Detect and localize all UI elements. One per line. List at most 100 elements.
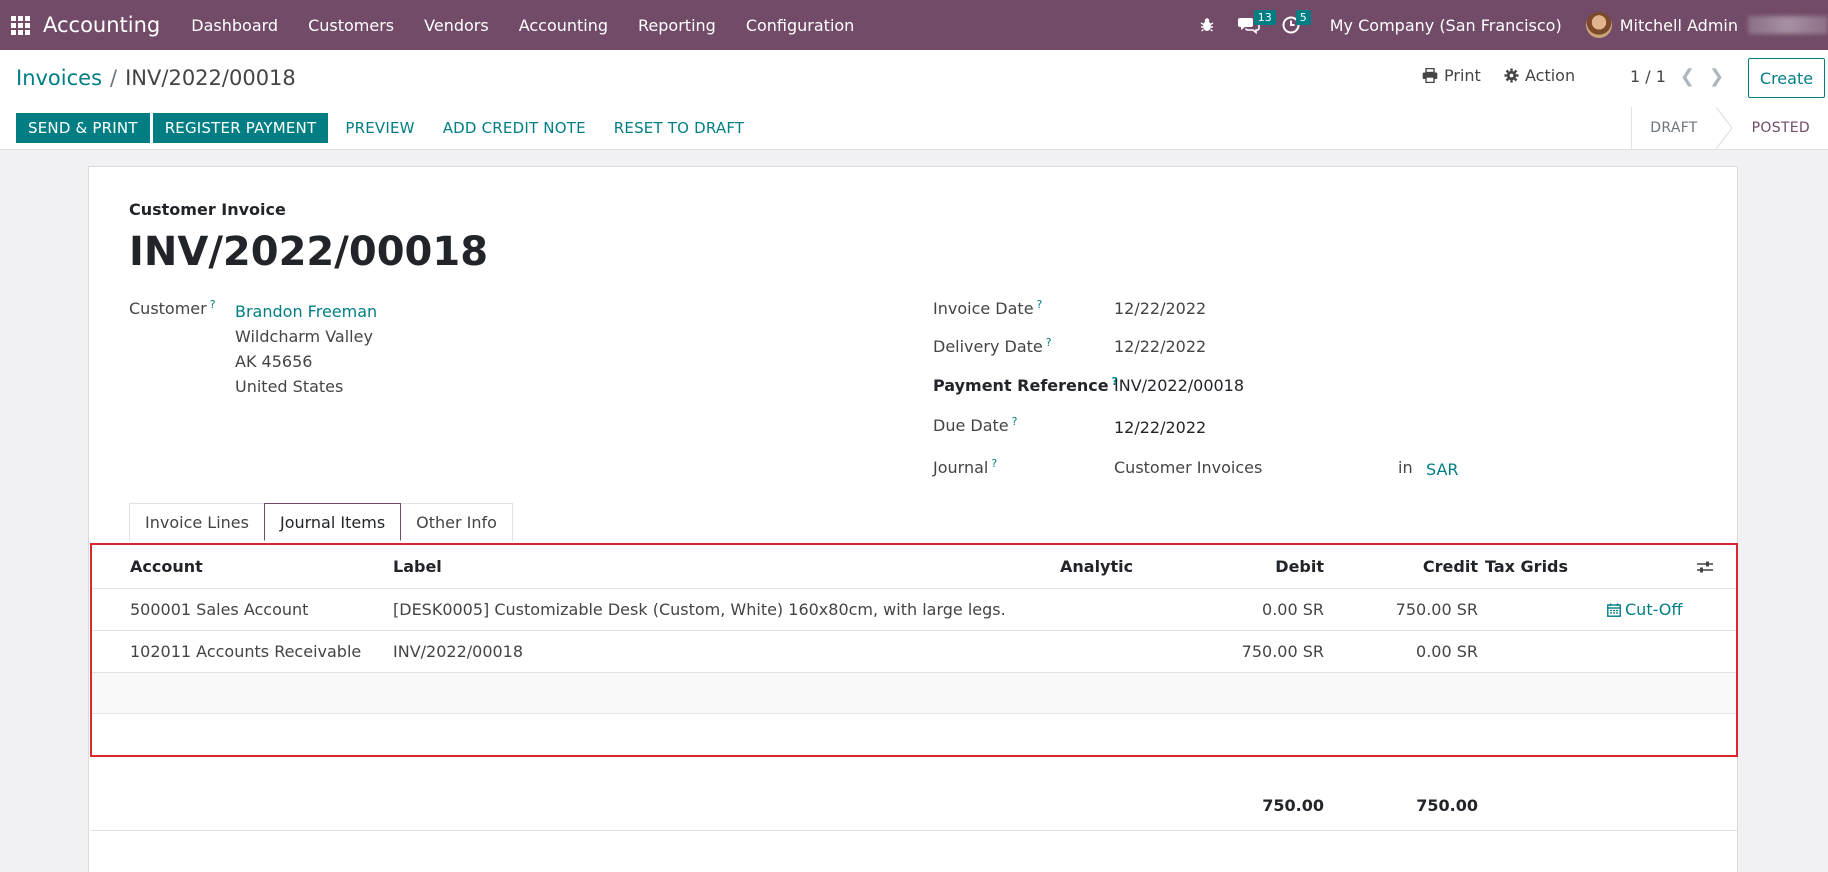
- status-draft[interactable]: DRAFT: [1632, 107, 1715, 149]
- column-label[interactable]: Label: [393, 557, 442, 576]
- activities-badge: 5: [1295, 10, 1311, 25]
- cut-off-button[interactable]: Cut-Off: [1607, 600, 1682, 619]
- table-row[interactable]: 102011 Accounts Receivable INV/2022/0001…: [92, 631, 1736, 673]
- print-label: Print: [1444, 66, 1481, 85]
- table-totals: 750.00 750.00: [90, 781, 1738, 831]
- pager: 1 / 1 ❮ ❯: [1630, 66, 1724, 87]
- user-menu[interactable]: Mitchell Admin: [1620, 16, 1738, 35]
- total-credit: 750.00: [1416, 796, 1478, 815]
- journal-in-label: in: [1398, 458, 1413, 477]
- empty-row: [92, 673, 1736, 714]
- customer-address: Brandon Freeman Wildcharm Valley AK 4565…: [235, 299, 377, 399]
- add-credit-note-button[interactable]: ADD CREDIT NOTE: [429, 113, 600, 143]
- due-date-label: Due Date?: [933, 415, 1018, 435]
- row-account: 500001 Sales Account: [130, 600, 309, 619]
- empty-row: [92, 714, 1736, 755]
- menu-configuration[interactable]: Configuration: [731, 0, 870, 50]
- top-navbar: Accounting Dashboard Customers Vendors A…: [0, 0, 1828, 50]
- print-button[interactable]: Print: [1422, 66, 1481, 85]
- column-credit[interactable]: Credit: [1423, 557, 1478, 576]
- column-debit[interactable]: Debit: [1275, 557, 1324, 576]
- menu-customers[interactable]: Customers: [293, 0, 409, 50]
- row-label: [DESK0005] Customizable Desk (Custom, Wh…: [393, 600, 1006, 619]
- optional-columns-icon[interactable]: [1697, 559, 1713, 578]
- control-panel: Invoices / INV/2022/00018 Print Action 1…: [0, 50, 1828, 150]
- register-payment-button[interactable]: REGISTER PAYMENT: [152, 113, 329, 143]
- print-icon: [1422, 68, 1438, 83]
- status-chevron-icon: [1715, 107, 1733, 149]
- tab-journal-items[interactable]: Journal Items: [263, 503, 402, 541]
- user-avatar[interactable]: [1585, 12, 1612, 38]
- customer-link[interactable]: Brandon Freeman: [235, 299, 377, 324]
- apps-menu-icon[interactable]: [0, 0, 40, 50]
- form-action-buttons: SEND & PRINT REGISTER PAYMENT PREVIEW AD…: [16, 113, 758, 143]
- menu-reporting[interactable]: Reporting: [623, 0, 731, 50]
- menu-accounting[interactable]: Accounting: [504, 0, 623, 50]
- messages-icon[interactable]: 13: [1228, 0, 1276, 50]
- customer-street: Wildcharm Valley: [235, 327, 373, 346]
- help-icon[interactable]: ?: [991, 457, 997, 470]
- action-label: Action: [1525, 66, 1576, 85]
- journal-label: Journal?: [933, 457, 998, 477]
- activities-clock-icon[interactable]: 5: [1270, 0, 1312, 50]
- total-debit: 750.00: [1262, 796, 1324, 815]
- debug-bug-icon[interactable]: [1186, 0, 1228, 50]
- breadcrumb-current: INV/2022/00018: [125, 66, 296, 90]
- invoice-date-value[interactable]: 12/22/2022: [1114, 299, 1206, 318]
- pager-previous-icon[interactable]: ❮: [1680, 66, 1695, 87]
- customer-city-zip: AK 45656: [235, 352, 313, 371]
- payment-reference-label: Payment Reference?: [933, 375, 1119, 395]
- help-icon[interactable]: ?: [1012, 415, 1018, 428]
- calendar-icon: [1607, 603, 1621, 617]
- status-bar: DRAFT POSTED: [1631, 107, 1828, 149]
- invoice-date-label: Invoice Date?: [933, 298, 1043, 318]
- due-date-value[interactable]: 12/22/2022: [1114, 418, 1206, 437]
- menu-vendors[interactable]: Vendors: [409, 0, 504, 50]
- tab-other-info[interactable]: Other Info: [400, 503, 513, 541]
- help-icon[interactable]: ?: [210, 298, 216, 311]
- reset-to-draft-button[interactable]: RESET TO DRAFT: [600, 113, 759, 143]
- status-posted[interactable]: POSTED: [1734, 107, 1828, 149]
- row-label: INV/2022/00018: [393, 642, 524, 661]
- delivery-date-value[interactable]: 12/22/2022: [1114, 337, 1206, 356]
- send-print-button[interactable]: SEND & PRINT: [16, 113, 150, 143]
- column-tax-grids[interactable]: Tax Grids: [1485, 557, 1568, 576]
- row-credit: 0.00 SR: [1416, 642, 1478, 661]
- journal-value[interactable]: Customer Invoices: [1114, 458, 1262, 477]
- currency-link[interactable]: SAR: [1426, 460, 1459, 479]
- create-button[interactable]: Create: [1748, 58, 1825, 98]
- customer-label: Customer?: [129, 298, 216, 318]
- table-header: Account Label Analytic Debit Credit Tax …: [92, 545, 1736, 589]
- menu-dashboard[interactable]: Dashboard: [176, 0, 293, 50]
- customer-country: United States: [235, 377, 344, 396]
- company-switcher[interactable]: My Company (San Francisco): [1330, 16, 1562, 35]
- row-debit: 0.00 SR: [1262, 600, 1324, 619]
- cut-off-label: Cut-Off: [1625, 600, 1683, 619]
- row-debit: 750.00 SR: [1241, 642, 1324, 661]
- payment-reference-value[interactable]: INV/2022/00018: [1114, 376, 1244, 395]
- gear-icon: [1504, 68, 1519, 83]
- invoice-form-sheet: Customer Invoice INV/2022/00018 Customer…: [88, 166, 1738, 872]
- action-button[interactable]: Action: [1504, 66, 1575, 85]
- row-credit: 750.00 SR: [1395, 600, 1478, 619]
- document-name: INV/2022/00018: [129, 229, 489, 275]
- form-tabs: Invoice Lines Journal Items Other Info: [129, 503, 513, 541]
- row-account: 102011 Accounts Receivable: [130, 642, 362, 661]
- help-icon[interactable]: ?: [1037, 298, 1043, 311]
- journal-items-table: Account Label Analytic Debit Credit Tax …: [90, 543, 1738, 757]
- breadcrumb-separator: /: [110, 66, 118, 90]
- blurred-user-detail: [1748, 16, 1828, 34]
- help-icon[interactable]: ?: [1046, 336, 1052, 349]
- column-analytic[interactable]: Analytic: [1060, 557, 1133, 576]
- app-brand[interactable]: Accounting: [43, 13, 160, 37]
- pager-next-icon[interactable]: ❯: [1709, 66, 1724, 87]
- pager-value[interactable]: 1 / 1: [1630, 67, 1666, 86]
- breadcrumb-invoices[interactable]: Invoices: [16, 66, 102, 90]
- breadcrumb: Invoices / INV/2022/00018: [16, 66, 296, 90]
- column-account[interactable]: Account: [130, 557, 203, 576]
- document-type: Customer Invoice: [129, 200, 286, 219]
- preview-button[interactable]: PREVIEW: [331, 113, 428, 143]
- table-row[interactable]: 500001 Sales Account [DESK0005] Customiz…: [92, 589, 1736, 631]
- tab-invoice-lines[interactable]: Invoice Lines: [129, 503, 265, 541]
- delivery-date-label: Delivery Date?: [933, 336, 1052, 356]
